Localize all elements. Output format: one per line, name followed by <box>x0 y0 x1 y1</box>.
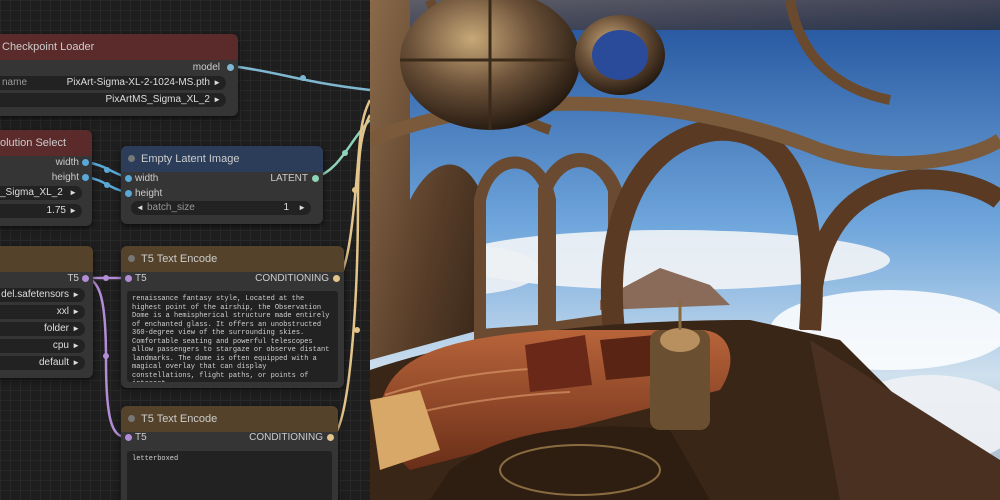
ckpt-name-combo[interactable]: name PixArt-Sigma-XL-2-1024-MS.pth ► <box>0 76 226 90</box>
t5-input-label: T5 <box>135 273 147 284</box>
t5-wire-reroute-1 <box>103 275 109 281</box>
collapse-dot-icon[interactable] <box>128 255 135 262</box>
conditioning-output-slot[interactable] <box>333 275 340 282</box>
height-output-label: height <box>51 172 79 183</box>
arrow-right-icon[interactable]: ► <box>213 76 221 90</box>
resolution-select-node[interactable]: olution Select width height _Sigma_XL_2 … <box>0 130 92 226</box>
node-title[interactable]: Checkpoint Loader <box>0 34 238 60</box>
height-input-label: height <box>135 188 163 199</box>
node-title[interactable]: T5 Text Encode <box>121 406 338 432</box>
width-input-label: width <box>135 173 159 184</box>
arrow-right-icon[interactable]: ► <box>213 93 221 107</box>
width-output-label: width <box>55 157 79 168</box>
conditioning-output-label: CONDITIONING <box>249 432 323 443</box>
arrow-right-icon[interactable]: ► <box>72 288 80 302</box>
model-value: PixArtMS_Sigma_XL_2 <box>105 94 211 105</box>
width-wire-reroute <box>104 167 110 173</box>
t5-dtype-value: default <box>38 357 69 368</box>
t5-output-slot[interactable] <box>82 275 89 282</box>
arrow-right-icon[interactable]: ► <box>72 322 80 336</box>
ckpt-name-label: name <box>2 77 28 88</box>
batch-size-stepper[interactable]: ◄ batch_size 1 ► <box>131 201 311 215</box>
ckpt-name-value: PixArt-Sigma-XL-2-1024-MS.pth <box>66 77 210 88</box>
t5-path-value: folder <box>43 323 69 334</box>
node-title[interactable]: Empty Latent Image <box>121 146 323 172</box>
t5-device-combo[interactable]: cpu ► <box>0 339 85 353</box>
cond-wire-reroute-2 <box>354 327 360 333</box>
model-wire-reroute <box>300 75 306 81</box>
t5-dtype-combo[interactable]: default ► <box>0 356 85 370</box>
collapse-dot-icon[interactable] <box>128 155 135 162</box>
t5-encode-title: T5 Text Encode <box>141 253 218 265</box>
observation-dome-image <box>370 0 1000 500</box>
t5-loader-node[interactable]: T5 del.safetensors ► xxl ► folder ► cpu … <box>0 246 93 378</box>
arrow-right-icon[interactable]: ► <box>72 356 80 370</box>
latent-output-slot[interactable] <box>312 175 319 182</box>
ratio-value: 1.75 <box>46 205 66 216</box>
conditioning-output-slot[interactable] <box>327 434 334 441</box>
prompt-textarea[interactable]: renaissance fantasy style, Located at th… <box>127 291 338 382</box>
node-title[interactable]: T5 Text Encode <box>121 246 344 272</box>
height-wire-reroute <box>104 182 110 188</box>
conditioning-output-label: CONDITIONING <box>255 273 329 284</box>
arrow-left-icon[interactable]: ◄ <box>136 201 144 215</box>
height-input-slot[interactable] <box>125 190 132 197</box>
t5-input-slot[interactable] <box>125 275 132 282</box>
arrow-right-icon[interactable]: ► <box>298 201 306 215</box>
resolution-model-combo[interactable]: _Sigma_XL_2 ► <box>0 186 82 200</box>
t5-model-value: del.safetensors <box>1 289 69 300</box>
batch-size-label: batch_size <box>147 202 195 213</box>
width-input-slot[interactable] <box>125 175 132 182</box>
node-title[interactable]: olution Select <box>0 130 92 156</box>
empty-latent-image-node[interactable]: Empty Latent Image width height LATENT ◄… <box>121 146 323 224</box>
t5-model-combo[interactable]: del.safetensors ► <box>0 288 85 302</box>
latent-wire-reroute <box>342 150 348 156</box>
t5-type-value: xxl <box>56 306 69 317</box>
arrow-right-icon[interactable]: ► <box>69 204 77 218</box>
model-output-label: model <box>192 62 220 73</box>
t5-device-value: cpu <box>52 340 69 351</box>
ratio-input[interactable]: 1.75 ► <box>0 204 82 218</box>
negative-prompt-textarea[interactable]: letterboxed <box>127 451 332 500</box>
t5-encode-2-title: T5 Text Encode <box>141 413 218 425</box>
node-title[interactable] <box>0 246 93 272</box>
t5-text-encode-node[interactable]: T5 Text Encode T5 CONDITIONING renaissan… <box>121 246 344 388</box>
cond-wire-reroute-1 <box>352 187 358 193</box>
collapse-dot-icon[interactable] <box>128 415 135 422</box>
generated-image-preview <box>370 0 1000 500</box>
empty-latent-title: Empty Latent Image <box>141 153 240 165</box>
latent-output-label: LATENT <box>270 173 308 184</box>
t5-input-label: T5 <box>135 432 147 443</box>
checkpoint-loader-title: Checkpoint Loader <box>2 41 95 53</box>
checkpoint-loader-node[interactable]: Checkpoint Loader model name PixArt-Sigm… <box>0 34 238 116</box>
t5-type-combo[interactable]: xxl ► <box>0 305 85 319</box>
t5-output-label: T5 <box>67 273 79 284</box>
batch-size-value: 1 <box>283 202 289 213</box>
model-combo[interactable]: PixArtMS_Sigma_XL_2 ► <box>0 93 226 107</box>
resolution-select-title: olution Select <box>0 137 67 149</box>
arrow-right-icon[interactable]: ► <box>72 305 80 319</box>
height-output-slot[interactable] <box>82 174 89 181</box>
t5-input-slot[interactable] <box>125 434 132 441</box>
resolution-model-value: _Sigma_XL_2 <box>0 187 63 198</box>
arrow-right-icon[interactable]: ► <box>72 339 80 353</box>
t5-text-encode-node-2[interactable]: T5 Text Encode T5 CONDITIONING letterbox… <box>121 406 338 500</box>
t5-wire-reroute-2 <box>103 353 109 359</box>
node-graph-canvas[interactable]: Checkpoint Loader model name PixArt-Sigm… <box>0 0 370 500</box>
model-output-slot[interactable] <box>227 64 234 71</box>
arrow-right-icon[interactable]: ► <box>69 186 77 200</box>
t5-path-combo[interactable]: folder ► <box>0 322 85 336</box>
width-output-slot[interactable] <box>82 159 89 166</box>
